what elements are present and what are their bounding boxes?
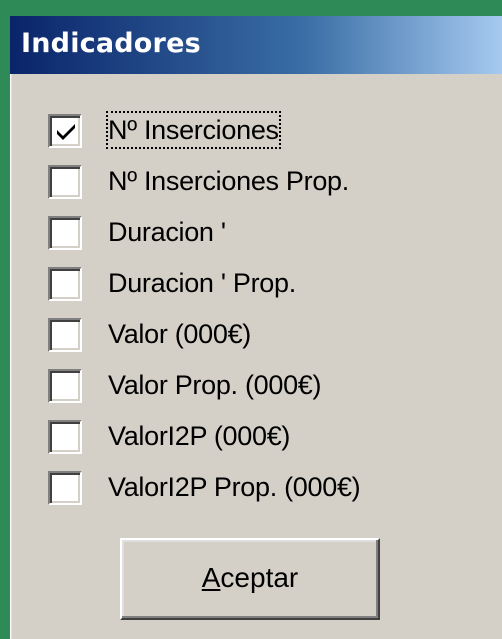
option-valor[interactable]: Valor (000€) xyxy=(48,312,488,363)
option-label: Nº Inserciones xyxy=(106,111,281,149)
option-label: ValorI2P (000€) xyxy=(108,421,291,451)
checkbox[interactable] xyxy=(48,267,82,301)
checkbox[interactable] xyxy=(48,216,82,250)
checkbox[interactable] xyxy=(48,369,82,403)
title-bar[interactable]: Indicadores xyxy=(10,16,502,74)
option-label: Duracion ' Prop. xyxy=(108,268,296,298)
accept-button-label: Aceptar xyxy=(122,562,378,594)
option-duracion[interactable]: Duracion ' xyxy=(48,210,488,261)
checkbox[interactable] xyxy=(48,420,82,454)
option-label: Nº Inserciones Prop. xyxy=(108,166,349,196)
option-valor-prop[interactable]: Valor Prop. (000€) xyxy=(48,363,488,414)
option-label: Valor (000€) xyxy=(108,319,251,349)
option-valori2p-prop[interactable]: ValorI2P Prop. (000€) xyxy=(48,465,488,516)
checkbox[interactable] xyxy=(48,471,82,505)
option-n-inserciones-prop[interactable]: Nº Inserciones Prop. xyxy=(48,159,488,210)
checkmark-icon xyxy=(57,124,75,140)
option-duracion-prop[interactable]: Duracion ' Prop. xyxy=(48,261,488,312)
accept-label-rest: ceptar xyxy=(220,562,299,593)
option-label: Valor Prop. (000€) xyxy=(108,370,322,400)
option-label: Duracion ' xyxy=(108,217,226,247)
checkbox[interactable] xyxy=(48,114,82,148)
checkbox[interactable] xyxy=(48,165,82,199)
option-label: ValorI2P Prop. (000€) xyxy=(108,472,361,502)
checkbox[interactable] xyxy=(48,318,82,352)
accept-button[interactable]: Aceptar xyxy=(120,538,380,620)
window-title: Indicadores xyxy=(21,28,201,59)
indicadores-dialog: Indicadores Nº Inserciones Nº Insercione… xyxy=(10,16,502,639)
accept-mnemonic: A xyxy=(201,562,221,593)
option-valori2p[interactable]: ValorI2P (000€) xyxy=(48,414,488,465)
option-n-inserciones[interactable]: Nº Inserciones xyxy=(48,108,488,159)
indicator-options: Nº Inserciones Nº Inserciones Prop. Dura… xyxy=(48,108,488,516)
